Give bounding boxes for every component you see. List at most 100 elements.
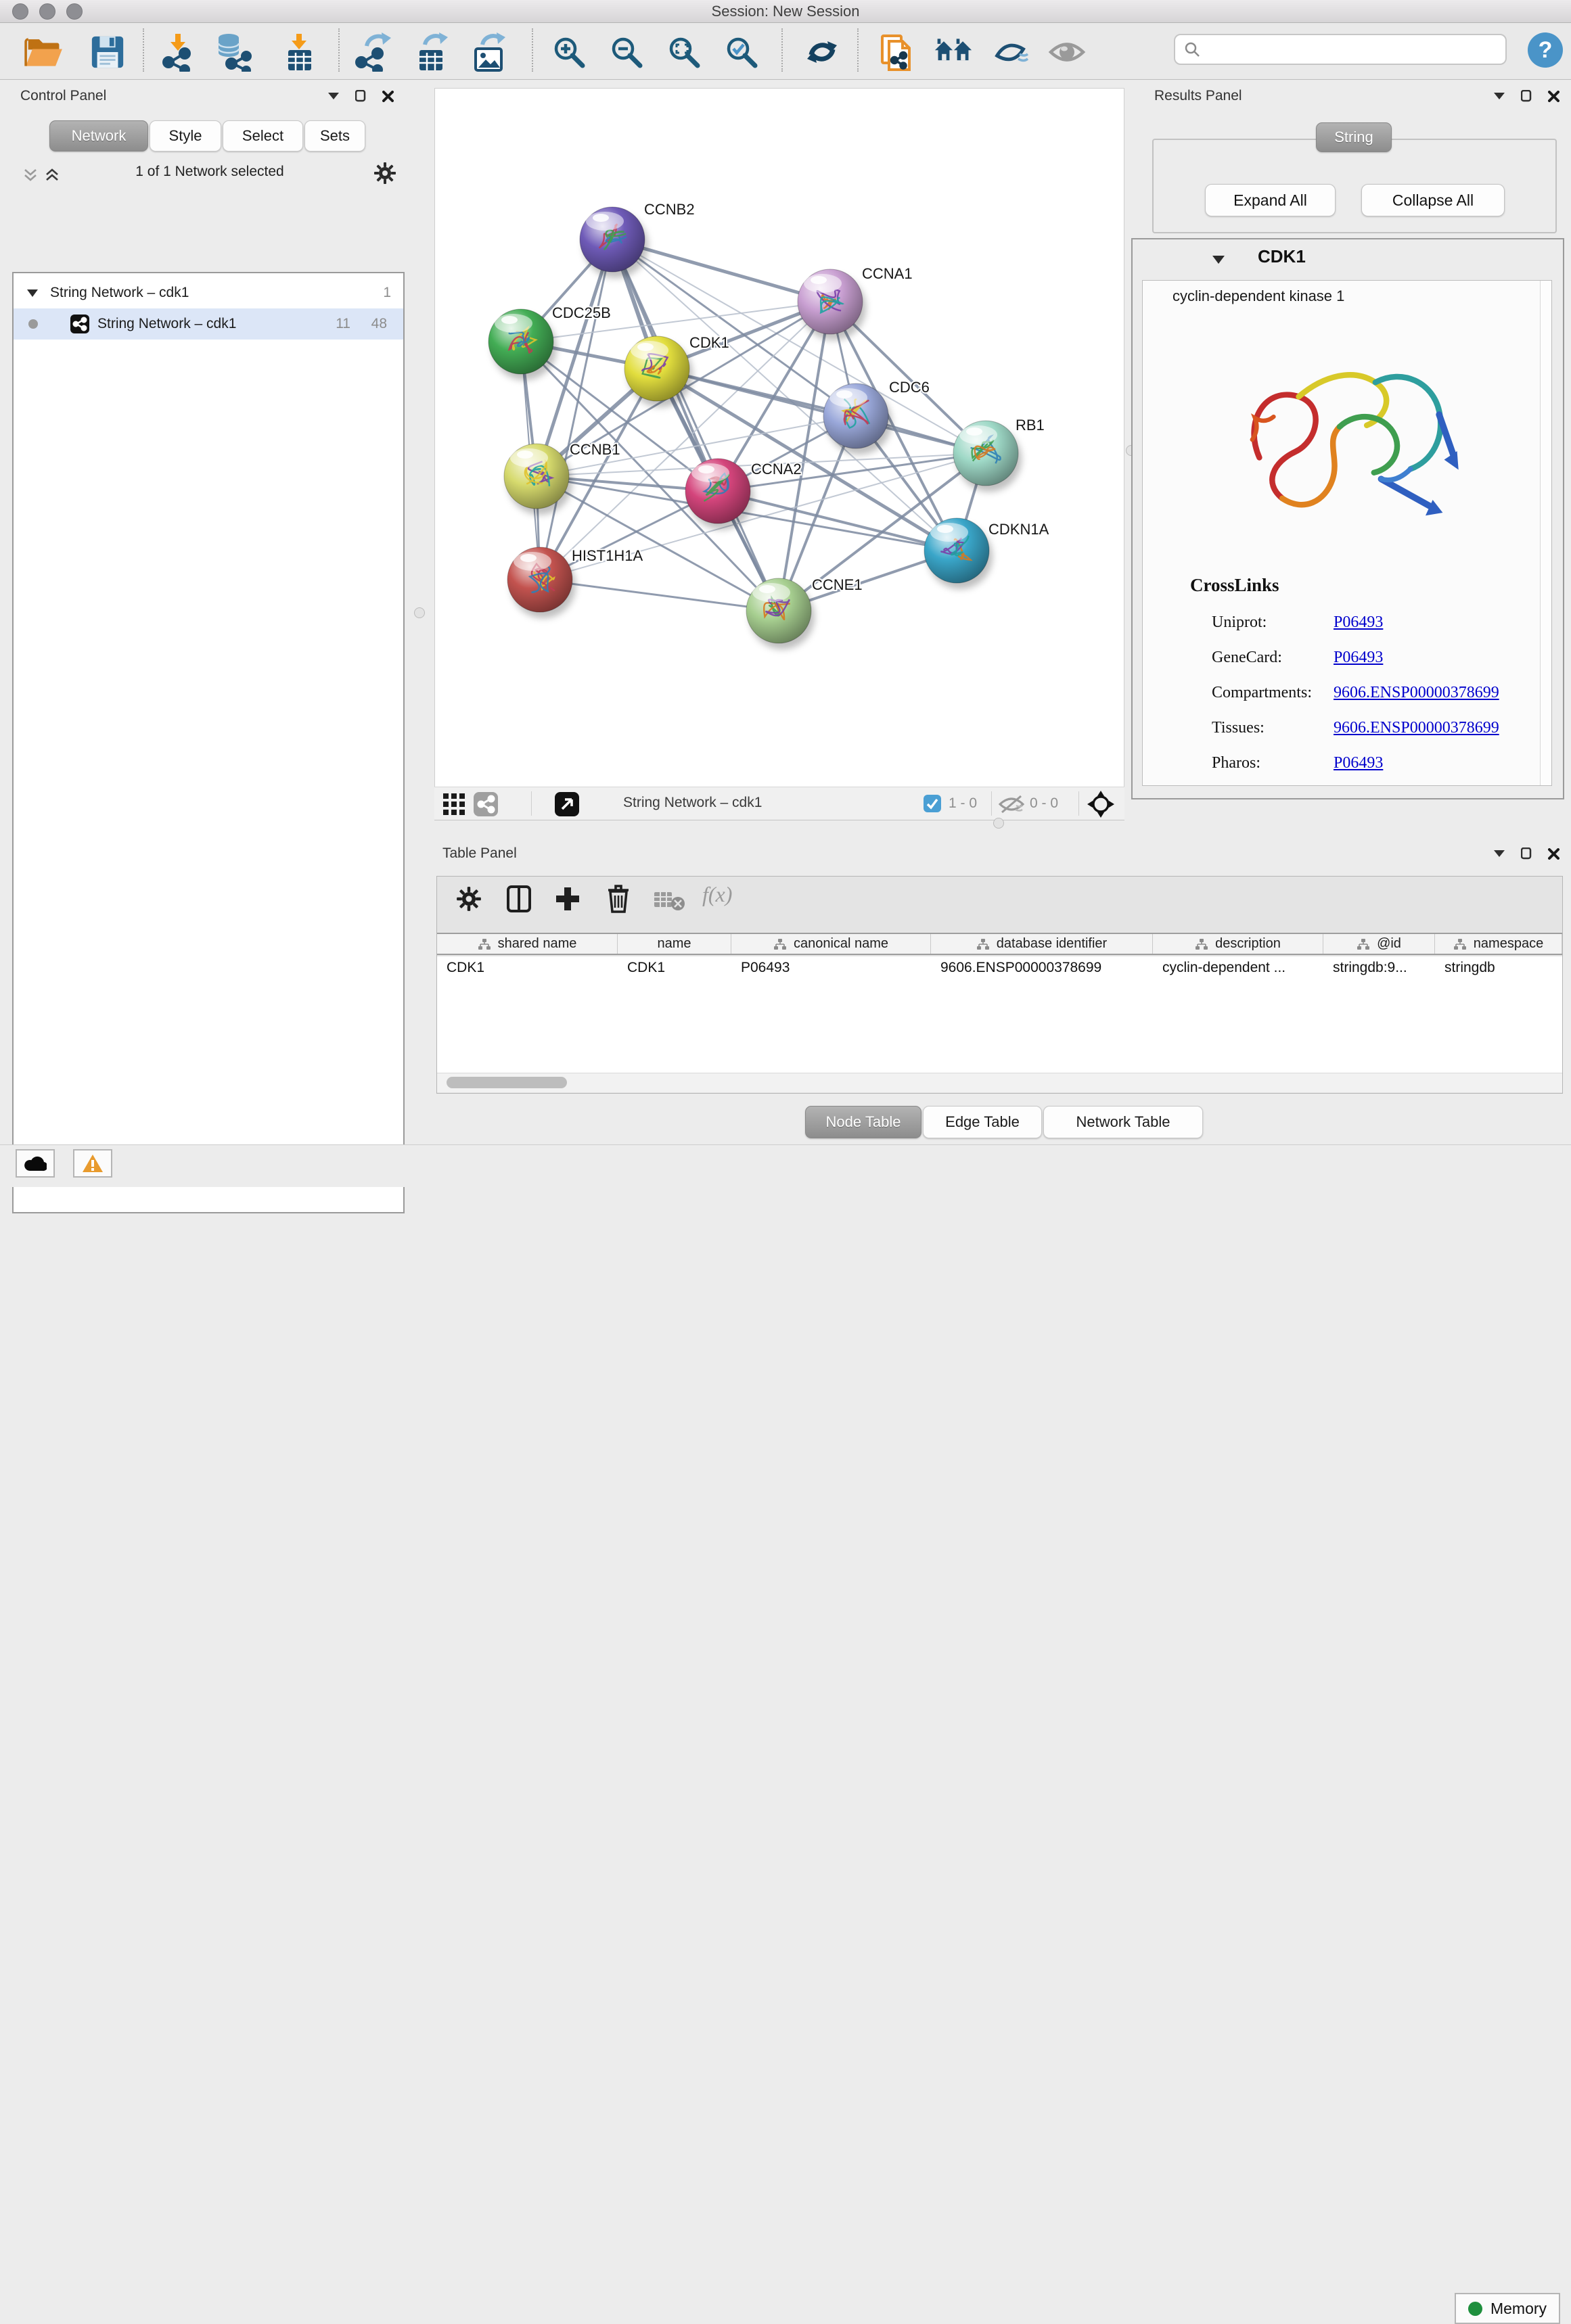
crosslink-link[interactable]: P06493 — [1334, 754, 1383, 772]
panel-float-icon[interactable] — [1521, 90, 1532, 102]
table-horizontal-scrollbar[interactable] — [437, 1073, 1562, 1092]
tab-network[interactable]: Network — [49, 120, 148, 152]
collapse-all-networks-icon[interactable] — [23, 168, 38, 186]
selected-checkbox-icon[interactable] — [924, 795, 941, 816]
title-bar: Session: New Session — [0, 0, 1571, 23]
column-header-canonical-name[interactable]: canonical name — [731, 934, 931, 954]
panel-float-icon[interactable] — [1521, 847, 1532, 860]
column-header-name[interactable]: name — [618, 934, 731, 954]
tab-style[interactable]: Style — [150, 120, 221, 152]
tab-string[interactable]: String — [1316, 122, 1392, 152]
network-collection-row[interactable]: String Network – cdk1 1 — [14, 277, 403, 308]
column-header-description[interactable]: description — [1153, 934, 1323, 954]
table-body-empty — [437, 979, 1562, 1073]
export-table-icon[interactable] — [413, 32, 452, 72]
collapse-all-button[interactable]: Collapse All — [1361, 184, 1505, 216]
column-header-database-identifier[interactable]: database identifier — [931, 934, 1153, 954]
import-table-from-file-icon[interactable] — [280, 32, 319, 72]
tab-network-table[interactable]: Network Table — [1043, 1106, 1203, 1138]
scrollbar-thumb[interactable] — [447, 1077, 567, 1088]
refresh-icon[interactable] — [802, 32, 842, 72]
zoom-fit-content-icon[interactable] — [664, 32, 704, 72]
tab-node-table[interactable]: Node Table — [805, 1106, 921, 1138]
memory-button[interactable]: Memory — [1455, 2293, 1560, 2324]
export-image-icon[interactable] — [470, 32, 509, 72]
delete-column-icon[interactable] — [605, 883, 632, 918]
zoom-in-icon[interactable] — [549, 32, 589, 72]
node-label-CCNA1: CCNA1 — [862, 265, 913, 282]
save-session-icon[interactable] — [88, 32, 127, 72]
control-panel-title: Control Panel — [20, 88, 106, 104]
expand-all-networks-icon[interactable] — [45, 168, 60, 186]
toolbar-separator — [143, 28, 144, 72]
table-header-row: shared namenamecanonical namedatabase id… — [437, 933, 1562, 955]
function-builder-icon[interactable]: f(x) — [702, 882, 732, 907]
crosslink-label: Tissues: — [1212, 719, 1265, 737]
table-gear-icon[interactable] — [456, 886, 482, 915]
control-panel: Control Panel Network Style Select Sets … — [0, 79, 419, 1144]
panel-float-icon[interactable] — [355, 90, 366, 102]
crosslink-link[interactable]: 9606.ENSP00000378699 — [1334, 684, 1499, 702]
crosslink-link[interactable]: P06493 — [1334, 649, 1383, 667]
open-session-icon[interactable] — [24, 32, 64, 72]
node-label-CCNB1: CCNB1 — [570, 441, 620, 458]
zoom-selected-icon[interactable] — [722, 32, 761, 72]
fit-selected-crosshair-icon[interactable] — [1087, 790, 1115, 822]
network-options-gear-icon[interactable] — [373, 162, 396, 188]
search-field[interactable] — [1174, 34, 1507, 65]
flat-eye-icon[interactable] — [1047, 32, 1087, 72]
help-button[interactable]: ? — [1528, 32, 1563, 68]
grid-view-icon[interactable] — [442, 793, 465, 819]
network-view-share-icon[interactable] — [474, 792, 498, 820]
results-scrollbar[interactable] — [1540, 281, 1551, 785]
network-canvas[interactable]: CCNB2CCNA1CDC25BCDK1CDC6RB1CCNB1CCNA2CDK… — [434, 88, 1124, 787]
hidden-eye-icon[interactable] — [998, 795, 1025, 817]
automation-status-button[interactable] — [16, 1149, 55, 1178]
panel-menu-icon[interactable] — [1494, 93, 1505, 99]
table-cell: cyclin-dependent ... — [1153, 956, 1323, 979]
crosslink-link[interactable]: P06493 — [1334, 613, 1383, 632]
string-home-icon[interactable] — [934, 32, 973, 72]
tab-edge-table[interactable]: Edge Table — [923, 1106, 1042, 1138]
splitter-handle[interactable] — [414, 607, 425, 618]
detach-view-icon[interactable] — [555, 792, 579, 820]
zoom-out-icon[interactable] — [607, 32, 646, 72]
node-card-expander-icon[interactable] — [1212, 256, 1225, 264]
panel-close-icon[interactable] — [382, 91, 394, 102]
table-cell: P06493 — [731, 956, 931, 979]
network-edge[interactable] — [718, 491, 957, 551]
show-columns-icon[interactable] — [505, 885, 533, 916]
expand-all-button[interactable]: Expand All — [1205, 184, 1336, 216]
crosslink-link[interactable]: 9606.ENSP00000378699 — [1334, 719, 1499, 737]
warnings-button[interactable] — [73, 1149, 112, 1178]
delete-table-icon[interactable] — [654, 890, 685, 915]
export-network-icon[interactable] — [355, 32, 394, 72]
panel-menu-icon[interactable] — [1494, 850, 1505, 857]
add-column-icon[interactable] — [553, 885, 582, 916]
column-header-shared-name[interactable]: shared name — [437, 934, 618, 954]
network-label: String Network – cdk1 — [97, 316, 236, 332]
import-network-from-database-icon[interactable] — [215, 32, 254, 72]
crosslink-label: Pharos: — [1212, 754, 1260, 772]
panel-menu-icon[interactable] — [328, 93, 339, 99]
collection-expander-icon[interactable] — [27, 289, 38, 297]
node-label-HIST1H1A: HIST1H1A — [572, 547, 643, 564]
column-header--id[interactable]: @id — [1323, 934, 1435, 954]
glass-ball-effect-eye-icon[interactable] — [992, 32, 1031, 72]
splitter-handle[interactable] — [993, 818, 1004, 829]
network-row[interactable]: String Network – cdk1 11 48 — [14, 308, 403, 340]
network-graph[interactable]: CCNB2CCNA1CDC25BCDK1CDC6RB1CCNB1CCNA2CDK… — [435, 89, 1124, 787]
string-import-icon[interactable] — [879, 32, 918, 72]
import-network-from-file-icon[interactable] — [160, 32, 199, 72]
search-input[interactable] — [1201, 40, 1505, 59]
network-selection-status: 1 of 1 Network selected — [74, 164, 345, 180]
panel-close-icon[interactable] — [1548, 848, 1559, 860]
table-row[interactable]: CDK1CDK1P064939606.ENSP00000378699cyclin… — [437, 956, 1562, 979]
panel-close-icon[interactable] — [1548, 91, 1559, 102]
tab-select[interactable]: Select — [223, 120, 303, 152]
network-edge[interactable] — [540, 239, 612, 580]
toolbar-separator — [781, 28, 783, 72]
network-edge[interactable] — [657, 369, 986, 453]
tab-sets[interactable]: Sets — [304, 120, 365, 152]
column-header-namespace[interactable]: namespace — [1435, 934, 1562, 954]
